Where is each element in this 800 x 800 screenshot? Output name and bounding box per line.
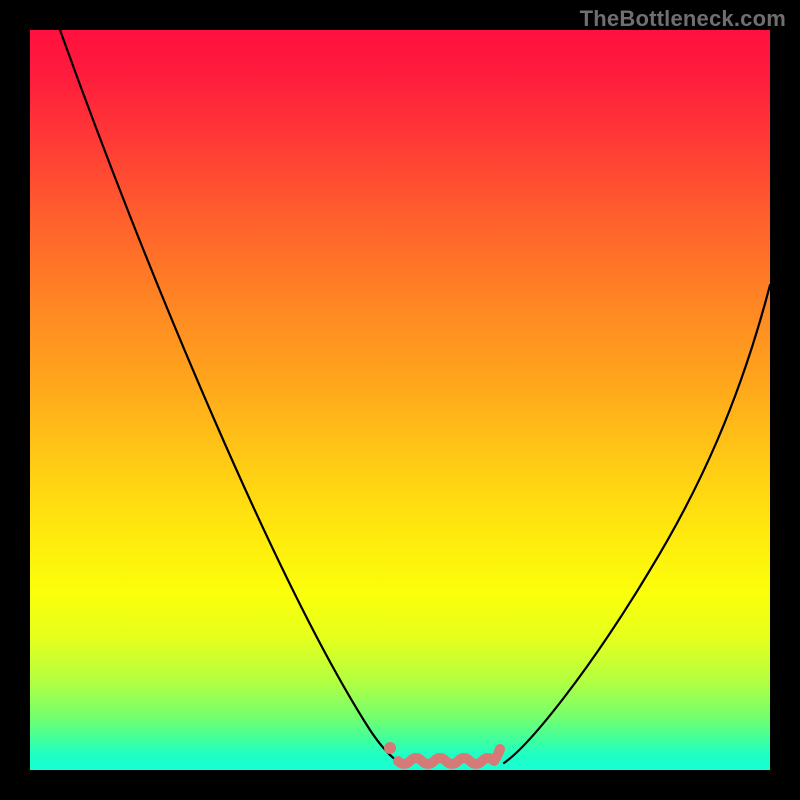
right-branch-curve <box>504 285 770 763</box>
watermark-text: TheBottleneck.com <box>580 6 786 32</box>
plateau-start-dot-icon <box>384 742 396 754</box>
minimum-plateau-marker <box>398 749 500 764</box>
chart-svg <box>30 30 770 770</box>
plot-area <box>30 30 770 770</box>
left-branch-curve <box>60 30 400 763</box>
chart-frame: TheBottleneck.com <box>0 0 800 800</box>
